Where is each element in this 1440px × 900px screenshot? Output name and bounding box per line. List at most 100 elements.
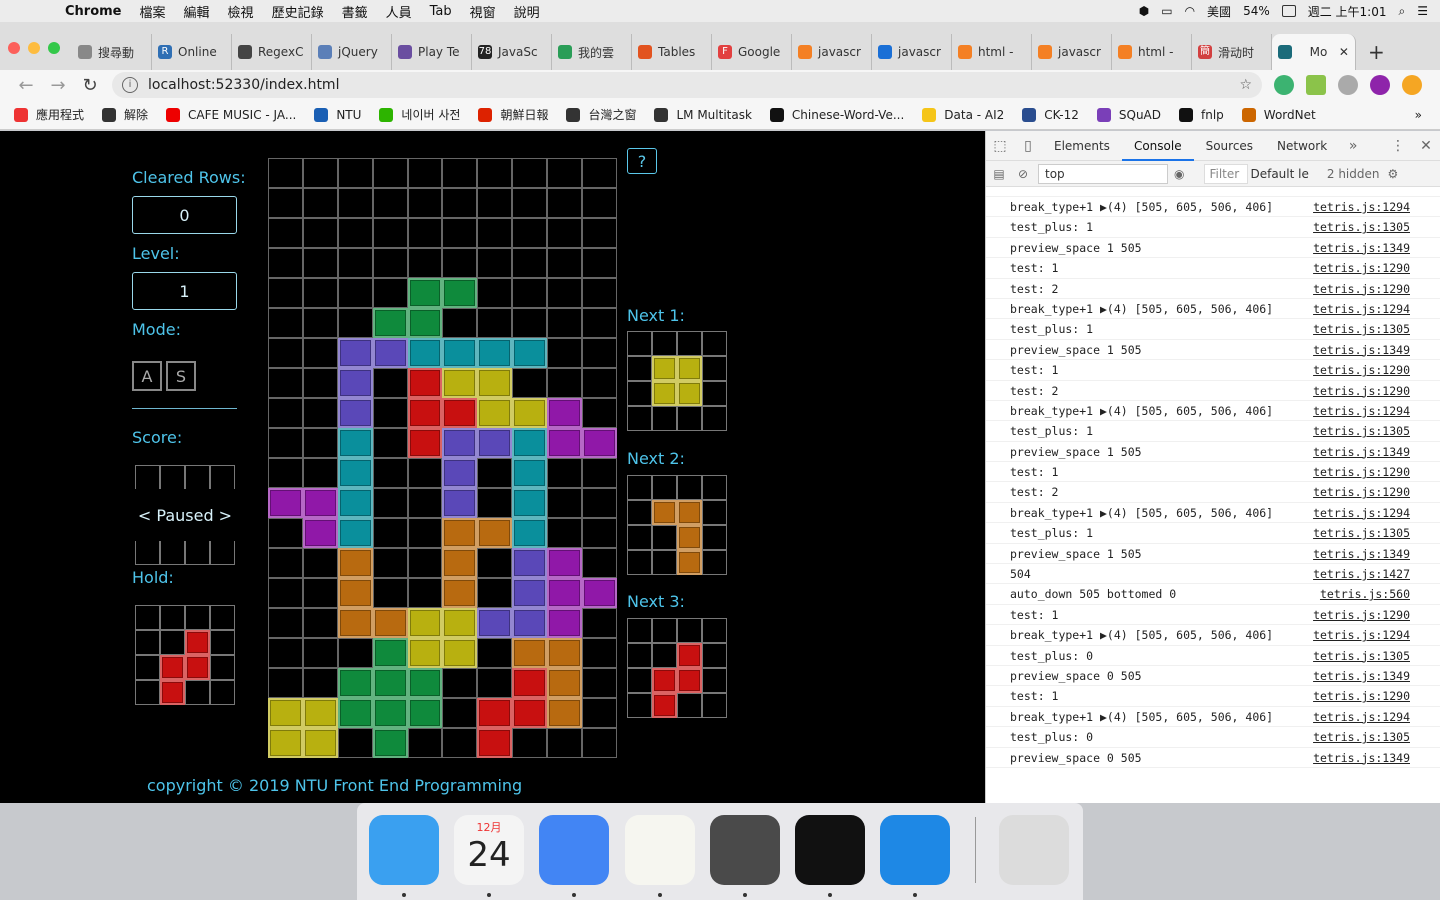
browser-tab[interactable]: Play Te bbox=[392, 34, 472, 70]
menu-item-help[interactable]: 說明 bbox=[505, 2, 549, 21]
browser-tab[interactable]: javascr bbox=[872, 34, 952, 70]
extension-orange-icon[interactable] bbox=[1402, 75, 1422, 95]
clear-console-icon[interactable]: ⊘ bbox=[1012, 167, 1034, 181]
address-url[interactable]: localhost:52330/index.html bbox=[148, 77, 339, 93]
browser-tab[interactable]: javascr bbox=[792, 34, 872, 70]
browser-tab[interactable]: 搜尋動 bbox=[72, 34, 152, 70]
mode-a-button[interactable]: A bbox=[132, 361, 162, 391]
browser-tab[interactable]: R Online bbox=[152, 34, 232, 70]
menu-item-history[interactable]: 歷史記錄 bbox=[263, 2, 333, 21]
console-source-link[interactable]: tetris.js:1427 bbox=[1313, 564, 1410, 584]
tab-network[interactable]: Network bbox=[1265, 131, 1339, 161]
clock[interactable]: 週二 上午1:01 bbox=[1308, 3, 1387, 20]
console-source-link[interactable]: tetris.js:1349 bbox=[1313, 666, 1410, 686]
vscode-icon[interactable] bbox=[880, 815, 950, 885]
browser-tab[interactable]: html - bbox=[1112, 34, 1192, 70]
bookmark-item[interactable]: 朝鮮日報 bbox=[478, 106, 548, 123]
console-source-link[interactable]: tetris.js:1305 bbox=[1313, 217, 1410, 237]
console-source-link[interactable]: tetris.js:1290 bbox=[1313, 482, 1410, 502]
browser-tab[interactable]: html - bbox=[952, 34, 1032, 70]
bookmark-item[interactable]: fnlp bbox=[1179, 107, 1224, 122]
extension-icon[interactable] bbox=[1274, 75, 1294, 95]
battery-percent[interactable]: 54% bbox=[1243, 4, 1270, 18]
browser-tab[interactable]: RegexC bbox=[232, 34, 312, 70]
console-source-link[interactable]: tetris.js:1851 bbox=[1313, 768, 1410, 773]
bookmark-item[interactable]: 應用程式 bbox=[14, 106, 84, 123]
airplay-icon[interactable]: ▭ bbox=[1161, 4, 1172, 18]
help-button[interactable]: ? bbox=[627, 148, 657, 174]
browser-tab[interactable]: Mo ✕ bbox=[1272, 34, 1356, 70]
bookmark-star-icon[interactable]: ☆ bbox=[1239, 77, 1252, 93]
menu-item-people[interactable]: 人員 bbox=[377, 2, 421, 21]
browser-tab[interactable]: Tables bbox=[632, 34, 712, 70]
bookmark-item[interactable]: 台灣之窗 bbox=[566, 106, 636, 123]
console-source-link[interactable]: tetris.js:1290 bbox=[1313, 686, 1410, 706]
console-source-link[interactable]: tetris.js:1305 bbox=[1313, 646, 1410, 666]
close-window-button[interactable] bbox=[8, 42, 20, 54]
sidebar-toggle-icon[interactable]: ▤ bbox=[986, 167, 1012, 181]
trash-icon[interactable] bbox=[999, 815, 1069, 885]
bookmark-item[interactable]: 解除 bbox=[102, 106, 148, 123]
browser-tab[interactable]: F Google bbox=[712, 34, 792, 70]
console-source-link[interactable]: tetris.js:1305 bbox=[1313, 421, 1410, 441]
browser-tab[interactable]: jQuery bbox=[312, 34, 392, 70]
console-source-link[interactable]: tetris.js:1294 bbox=[1313, 625, 1410, 645]
console-source-link[interactable]: tetris.js:1349 bbox=[1313, 544, 1410, 564]
bookmark-item[interactable]: Chinese-Word-Ve... bbox=[769, 107, 904, 122]
console-source-link[interactable]: tetris.js:1349 bbox=[1313, 748, 1410, 768]
console-source-link[interactable]: tetris.js:1294 bbox=[1313, 401, 1410, 421]
forward-arrow-icon[interactable]: → bbox=[42, 75, 74, 96]
console-source-link[interactable]: tetris.js:1294 bbox=[1313, 707, 1410, 727]
close-devtools-icon[interactable]: ✕ bbox=[1412, 138, 1440, 154]
bookmark-item[interactable]: SQuAD bbox=[1096, 107, 1161, 122]
battery-icon[interactable] bbox=[1281, 5, 1296, 17]
console-output[interactable]: break_type+1 ▶(4) [505, 605, 506, 406] te… bbox=[986, 187, 1440, 773]
filter-input[interactable]: Filter bbox=[1204, 163, 1249, 184]
site-info-icon[interactable]: i bbox=[122, 77, 138, 93]
zoom-window-button[interactable] bbox=[48, 42, 60, 54]
bookmark-item[interactable]: Data - AI2 bbox=[922, 107, 1004, 122]
address-bar[interactable]: i localhost:52330/index.html ☆ bbox=[112, 72, 1262, 98]
mode-s-button[interactable]: S bbox=[166, 361, 196, 391]
close-tab-icon[interactable]: ✕ bbox=[1339, 45, 1349, 59]
menu-app[interactable]: Chrome bbox=[56, 4, 131, 19]
back-arrow-icon[interactable]: ← bbox=[10, 75, 42, 96]
sublime-icon[interactable] bbox=[710, 815, 780, 885]
extension-cloud-icon[interactable] bbox=[1338, 75, 1358, 95]
eye-icon[interactable]: ◉ bbox=[1174, 167, 1184, 181]
extension-js-icon[interactable] bbox=[1306, 75, 1326, 95]
tab-console[interactable]: Console bbox=[1121, 131, 1194, 161]
console-source-link[interactable]: tetris.js:1294 bbox=[1313, 503, 1410, 523]
textedit-icon[interactable] bbox=[625, 815, 695, 885]
chrome-icon[interactable] bbox=[539, 815, 609, 885]
minimize-window-button[interactable] bbox=[28, 42, 40, 54]
finder-icon[interactable] bbox=[369, 815, 439, 885]
console-source-link[interactable]: tetris.js:1290 bbox=[1313, 258, 1410, 278]
browser-tab[interactable]: 78 JavaSc bbox=[472, 34, 552, 70]
bookmark-item[interactable]: CAFE MUSIC - JA... bbox=[166, 107, 296, 122]
menu-item-view[interactable]: 檢視 bbox=[219, 2, 263, 21]
console-source-link[interactable]: tetris.js:1290 bbox=[1313, 381, 1410, 401]
console-source-link[interactable]: tetris.js:1305 bbox=[1313, 319, 1410, 339]
calendar-icon[interactable]: 12月 24 bbox=[454, 815, 524, 885]
menu-item-window[interactable]: 視窗 bbox=[461, 2, 505, 21]
tab-sources[interactable]: Sources bbox=[1194, 131, 1265, 161]
console-source-link[interactable]: tetris.js:1305 bbox=[1313, 523, 1410, 543]
device-toolbar-icon[interactable]: ▯ bbox=[1014, 138, 1042, 154]
kebab-menu-icon[interactable]: ⋮ bbox=[1384, 138, 1412, 154]
browser-tab[interactable]: 簡滑动时 bbox=[1192, 34, 1272, 70]
spotlight-icon[interactable]: ⌕ bbox=[1399, 4, 1406, 19]
console-source-link[interactable]: tetris.js:1290 bbox=[1313, 605, 1410, 625]
wifi-icon[interactable]: ◠ bbox=[1185, 4, 1195, 18]
inspect-element-icon[interactable]: ⬚ bbox=[986, 138, 1014, 154]
context-select[interactable]: top bbox=[1038, 163, 1168, 184]
bookmark-item[interactable]: 네이버 사전 bbox=[379, 106, 460, 123]
bookmark-item[interactable]: LM Multitask bbox=[654, 107, 752, 122]
bookmark-item[interactable]: NTU bbox=[314, 107, 361, 122]
new-tab-button[interactable]: + bbox=[1356, 34, 1397, 70]
menu-item-edit[interactable]: 編輯 bbox=[175, 2, 219, 21]
console-source-link[interactable]: tetris.js:1305 bbox=[1313, 727, 1410, 747]
console-source-link[interactable]: tetris.js:560 bbox=[1320, 584, 1410, 604]
terminal-icon[interactable] bbox=[795, 815, 865, 885]
log-levels-select[interactable]: Default le bbox=[1250, 167, 1308, 181]
